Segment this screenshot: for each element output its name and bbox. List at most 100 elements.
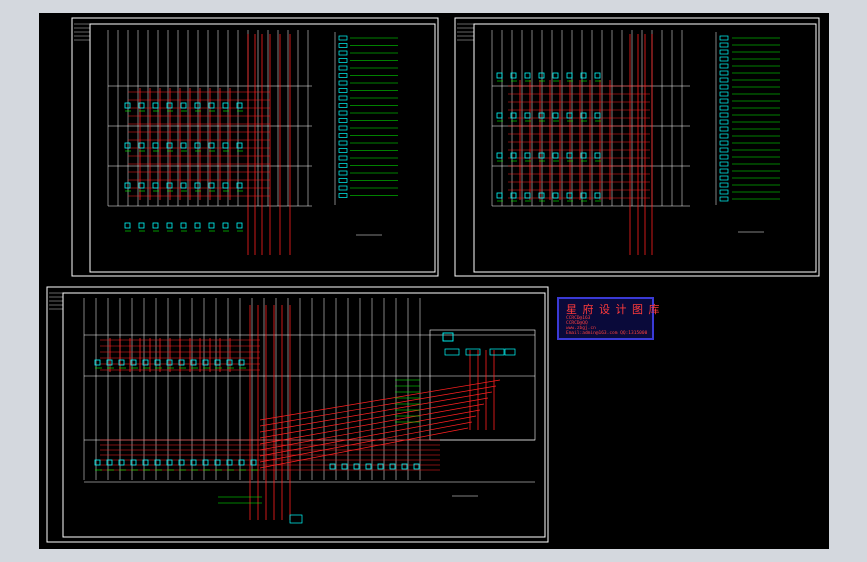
sheet2-legend-symbol xyxy=(719,196,729,202)
sheet1-legend-symbol xyxy=(338,95,348,101)
sheet1-device xyxy=(124,142,131,149)
sheet1-device xyxy=(222,182,229,189)
watermark-logo: 星 府 设 计 图 库 CCRCD@163 CCRCD@QQ www.zbgj.… xyxy=(557,297,659,340)
sheet2-device xyxy=(594,192,601,199)
sheet1-device xyxy=(222,222,229,229)
sheet2-legend-symbol xyxy=(719,168,729,174)
sheet2-device xyxy=(496,192,503,199)
sheet2-device xyxy=(566,112,573,119)
sheet1-device xyxy=(152,182,159,189)
sheet3-meter xyxy=(489,348,505,356)
sheet3-feeder-wire xyxy=(259,385,497,427)
sheet3-feeder-wire xyxy=(259,421,473,463)
sheet3-device xyxy=(289,514,303,524)
sheet1-device xyxy=(124,102,131,109)
sheet2-legend-symbol xyxy=(719,182,729,188)
sheet3-inner-frame xyxy=(62,292,546,538)
sheet2-device xyxy=(594,72,601,79)
sheet2-device xyxy=(496,112,503,119)
sheet3-feeder-wire xyxy=(259,397,489,439)
logo-title: 星 府 设 计 图 库 xyxy=(566,303,661,316)
sheet1-legend-symbol xyxy=(338,88,348,93)
sheet2-legend-symbol xyxy=(719,161,729,167)
sheet2-device xyxy=(566,72,573,79)
sheet2-device xyxy=(524,72,531,79)
sheet2-legend-symbol xyxy=(719,133,729,139)
sheet2-legend-symbol xyxy=(719,119,729,125)
sheet1-legend-symbol xyxy=(338,73,348,78)
sheet1-device xyxy=(180,182,187,189)
sheet1-legend-symbol xyxy=(338,50,348,56)
sheet3-outer-frame xyxy=(46,286,549,543)
sheet2-legend-symbol xyxy=(719,175,729,181)
sheet1-legend-symbol xyxy=(338,65,348,71)
sheet2-legend-symbol xyxy=(719,77,729,83)
sheet2-device xyxy=(524,112,531,119)
sheet1-legend-symbol xyxy=(338,80,348,86)
sheet1-legend-symbol xyxy=(338,118,348,123)
sheet2-legend-symbol xyxy=(719,70,729,76)
sheet2-device xyxy=(566,152,573,159)
sheet1-device xyxy=(222,142,229,149)
sheet2-legend-symbol xyxy=(719,189,729,195)
sheet1-device xyxy=(208,222,215,229)
sheet1-legend-symbol xyxy=(338,155,348,161)
sheet2-device xyxy=(552,112,559,119)
sheet1-device xyxy=(194,182,201,189)
sheet1-device xyxy=(194,142,201,149)
sheet2-legend-symbol xyxy=(719,140,729,146)
sheet1-device xyxy=(166,222,173,229)
sheet1-legend-symbol xyxy=(338,170,348,176)
sheet2-device xyxy=(566,192,573,199)
sheet1-device xyxy=(194,102,201,109)
sheet3-meter xyxy=(504,348,516,356)
sheet3-feeder-wire xyxy=(259,427,469,469)
sheet2-legend-symbol xyxy=(719,49,729,55)
sheet1-device xyxy=(180,222,187,229)
sheet2-legend-symbol xyxy=(719,56,729,62)
sheet1-device xyxy=(138,222,145,229)
sheet2-legend-symbol xyxy=(719,63,729,69)
sheet2-device xyxy=(594,112,601,119)
sheet1-legend-symbol xyxy=(338,35,348,41)
sheet3-panel-symbol xyxy=(442,332,454,342)
sheet1-legend-symbol xyxy=(338,185,348,191)
sheet1-legend-symbol xyxy=(338,193,348,198)
sheet2-legend-symbol xyxy=(719,91,729,97)
sheet1-device xyxy=(152,102,159,109)
sheet2-legend-symbol xyxy=(719,147,729,153)
sheet1-device xyxy=(194,222,201,229)
sheet1-device xyxy=(124,222,131,229)
sheet1-legend-symbol xyxy=(338,110,348,116)
sheet1-legend-symbol xyxy=(338,125,348,131)
sheet2-legend-symbol xyxy=(719,42,729,48)
sheet3-meter xyxy=(444,348,460,356)
sheet2-legend-symbol xyxy=(719,112,729,118)
sheet1-device xyxy=(236,222,243,229)
electrical-schematic xyxy=(46,17,820,543)
cad-drawing-canvas[interactable] xyxy=(39,13,829,549)
sheet2-device xyxy=(524,192,531,199)
sheet1-device xyxy=(152,142,159,149)
sheet2-device xyxy=(552,72,559,79)
sheet1-legend-symbol xyxy=(338,140,348,146)
sheet2-device xyxy=(496,72,503,79)
sheet1-legend-symbol xyxy=(338,58,348,63)
sheet3-feeder-wire xyxy=(259,409,481,451)
logo-line-4: Email:admin@163.com QQ:1315000 xyxy=(566,331,648,336)
sheet1-legend-symbol xyxy=(338,178,348,183)
sheet3-panel xyxy=(429,329,536,441)
sheet2-legend-symbol xyxy=(719,35,729,41)
sheet2-legend-symbol xyxy=(719,126,729,132)
sheet2-legend-symbol xyxy=(719,154,729,160)
sheet1-device xyxy=(124,182,131,189)
sheet2-device xyxy=(594,152,601,159)
sheet1-legend-symbol xyxy=(338,148,348,153)
sheet2-legend-symbol xyxy=(719,84,729,90)
sheet1-legend-symbol xyxy=(338,43,348,48)
sheet2-device xyxy=(552,192,559,199)
sheet2-device xyxy=(496,152,503,159)
sheet1-device xyxy=(152,222,159,229)
sheet2-outer-frame xyxy=(454,17,820,277)
sheet1-legend-symbol xyxy=(338,103,348,108)
